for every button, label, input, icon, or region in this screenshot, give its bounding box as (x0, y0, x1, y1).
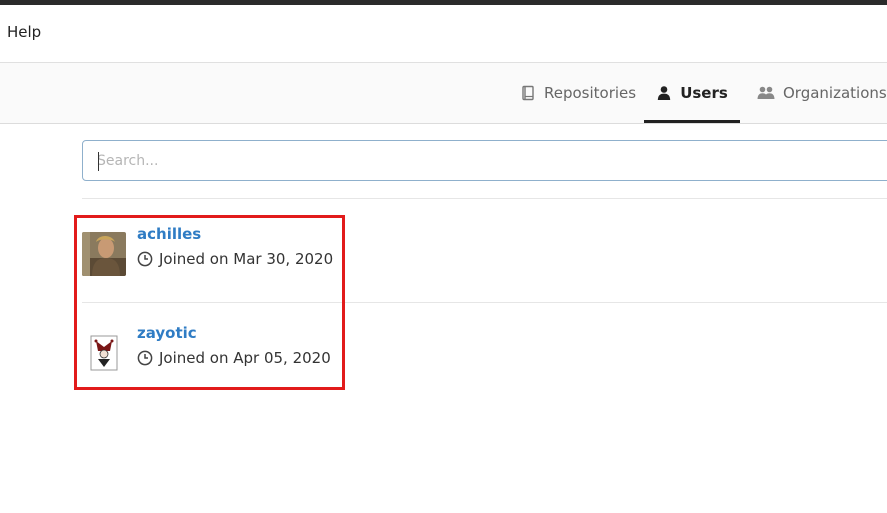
join-date: Joined on Apr 05, 2020 (137, 349, 331, 367)
clock-icon (137, 251, 153, 267)
search-input[interactable] (97, 150, 857, 172)
users-group-icon (757, 86, 775, 99)
text-caret (98, 152, 99, 171)
list-top-divider (82, 198, 887, 199)
list-divider (82, 302, 887, 303)
tab-users[interactable]: Users (644, 63, 740, 123)
username-link[interactable]: zayotic (137, 324, 197, 342)
user-list-item: achilles Joined on Mar 30, 2020 (82, 225, 782, 312)
clock-icon (137, 350, 153, 366)
help-link[interactable]: Help (7, 23, 41, 41)
username-link[interactable]: achilles (137, 225, 201, 243)
tab-users-label: Users (680, 84, 728, 102)
join-date: Joined on Mar 30, 2020 (137, 250, 333, 268)
avatar[interactable] (82, 232, 126, 276)
search-box[interactable] (82, 140, 887, 181)
tab-organizations-label: Organizations (783, 84, 887, 102)
top-navbar: Help (0, 5, 887, 63)
avatar[interactable] (82, 331, 126, 375)
tab-organizations[interactable]: Organizations (757, 63, 887, 123)
join-date-text: Joined on Mar 30, 2020 (159, 250, 334, 268)
tab-repositories[interactable]: Repositories (520, 63, 636, 123)
user-list-item: zayotic Joined on Apr 05, 2020 (82, 324, 782, 411)
user-icon (657, 86, 671, 100)
explore-tabs: Repositories Users Organizations (0, 63, 887, 124)
book-icon (522, 85, 534, 101)
join-date-text: Joined on Apr 05, 2020 (159, 349, 331, 367)
tab-repositories-label: Repositories (544, 84, 637, 102)
